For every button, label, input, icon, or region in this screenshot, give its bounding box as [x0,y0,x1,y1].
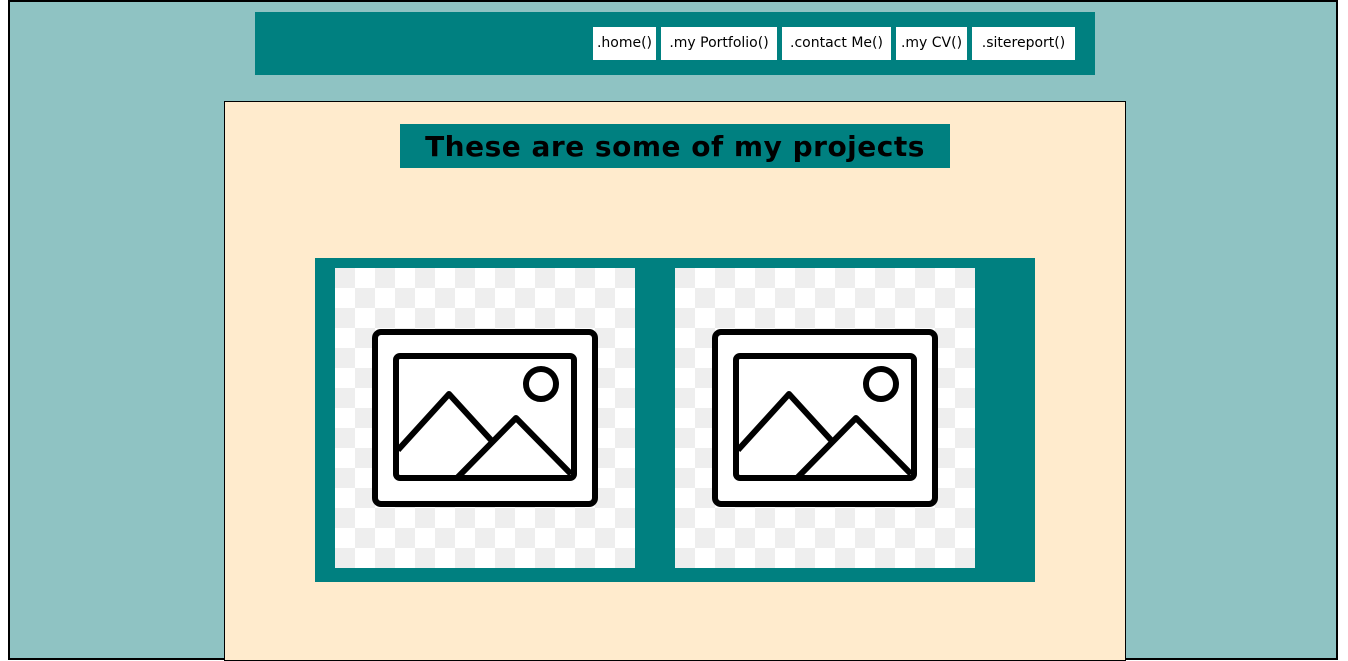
page-title: These are some of my projects [400,124,950,168]
image-placeholder-icon [335,268,635,568]
nav-contact-link[interactable]: .contact Me() [782,27,891,60]
project-thumbnail-1[interactable] [335,268,635,568]
top-navbar: .home() .my Portfolio() .contact Me() .m… [255,12,1095,75]
nav-sitereport-link[interactable]: .sitereport() [972,27,1075,60]
nav-portfolio-link[interactable]: .my Portfolio() [661,27,777,60]
image-placeholder-icon [675,268,975,568]
project-thumbnail-2[interactable] [675,268,975,568]
nav-home-link[interactable]: .home() [593,27,656,60]
project-gallery [315,258,1035,582]
nav-cv-link[interactable]: .my CV() [896,27,967,60]
